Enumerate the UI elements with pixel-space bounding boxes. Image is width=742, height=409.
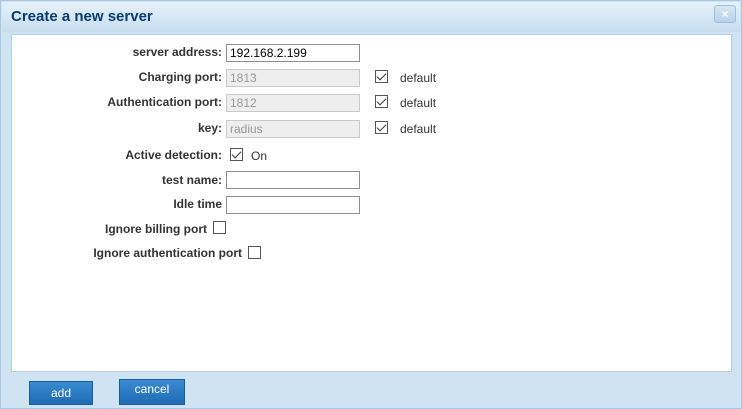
charging-port-input[interactable]: [226, 69, 360, 87]
add-button[interactable]: add: [29, 381, 93, 405]
create-server-dialog: Create a new server × server address: Ch…: [0, 0, 742, 409]
key-default-checkbox[interactable]: [375, 121, 388, 134]
dialog-title: Create a new server: [11, 8, 153, 25]
test-name-label: test name:: [161, 173, 222, 187]
key-label: key:: [197, 121, 222, 135]
charging-port-label: Charging port:: [138, 70, 222, 84]
form-panel: server address: Charging port: default A…: [11, 34, 732, 372]
active-detection-option-label: On: [251, 149, 268, 163]
active-detection-checkbox[interactable]: [230, 148, 243, 161]
charging-port-default-checkbox[interactable]: [375, 70, 388, 83]
idle-time-label: Idle time: [173, 197, 222, 211]
ignore-billing-label: Ignore billing port: [105, 222, 207, 236]
cancel-button[interactable]: cancel: [119, 379, 185, 405]
auth-port-default-checkbox[interactable]: [375, 95, 388, 108]
dialog-titlebar[interactable]: Create a new server ×: [2, 2, 740, 32]
server-address-label: server address:: [132, 45, 222, 59]
key-input[interactable]: [226, 120, 360, 138]
auth-port-default-label: default: [400, 96, 437, 110]
active-detection-label: Active detection:: [125, 148, 222, 162]
auth-port-label: Authentication port:: [107, 95, 222, 109]
idle-time-input[interactable]: [226, 196, 360, 214]
charging-port-default-label: default: [400, 71, 437, 85]
ignore-billing-checkbox[interactable]: [213, 221, 226, 234]
server-address-input[interactable]: [226, 44, 360, 62]
key-default-label: default: [400, 122, 437, 136]
ignore-auth-label: Ignore authentication port: [93, 246, 242, 260]
close-icon[interactable]: ×: [714, 5, 736, 23]
auth-port-input[interactable]: [226, 94, 360, 112]
test-name-input[interactable]: [226, 171, 360, 189]
ignore-auth-checkbox[interactable]: [248, 246, 261, 259]
